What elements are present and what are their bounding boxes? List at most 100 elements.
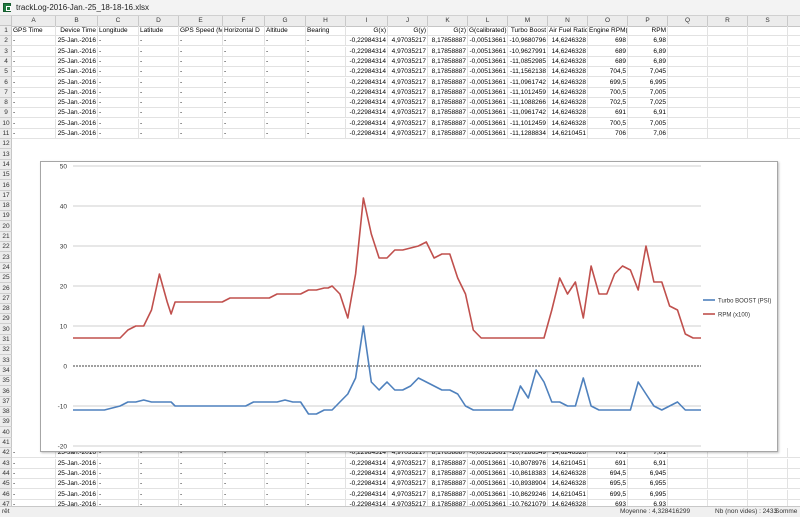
table-cell[interactable]: -: [265, 479, 306, 490]
table-cell[interactable]: 6,89: [628, 46, 668, 57]
table-cell[interactable]: 704,5: [588, 67, 628, 78]
table-cell[interactable]: -0,00513661: [468, 108, 508, 119]
table-cell[interactable]: 25-Jan.-2016: [56, 489, 98, 500]
table-cell[interactable]: 8,17858887: [428, 479, 468, 490]
column-header[interactable]: Q: [668, 16, 708, 26]
table-cell[interactable]: G(calibrated): [468, 26, 508, 36]
table-cell[interactable]: [708, 87, 748, 98]
table-cell[interactable]: [748, 479, 788, 490]
row-header[interactable]: 9: [0, 108, 12, 119]
table-cell[interactable]: -: [139, 458, 179, 469]
table-cell[interactable]: [668, 67, 708, 78]
table-cell[interactable]: -: [12, 468, 56, 479]
row-header[interactable]: 42: [0, 448, 12, 459]
row-header[interactable]: 38: [0, 407, 12, 418]
table-cell[interactable]: 4,97035217: [388, 479, 428, 490]
table-cell[interactable]: -11,1012459: [508, 118, 548, 129]
row-header[interactable]: 33: [0, 356, 12, 366]
table-cell[interactable]: [708, 458, 748, 469]
table-cell[interactable]: [708, 129, 748, 139]
table-cell[interactable]: -: [179, 129, 223, 139]
table-cell[interactable]: Turbo Boost: [508, 26, 548, 36]
table-cell[interactable]: 14,6210451: [548, 458, 588, 469]
embedded-chart[interactable]: 50 40 30 20 10 0 -10 -20 Turbo BOOST (PSI) RPM (x…: [40, 161, 778, 452]
table-cell[interactable]: 4,97035217: [388, 87, 428, 98]
table-cell[interactable]: -11,1088266: [508, 98, 548, 109]
row-header[interactable]: 3: [0, 47, 12, 57]
table-cell[interactable]: 706: [588, 129, 628, 139]
row-header[interactable]: 5: [0, 67, 12, 78]
table-cell[interactable]: -: [306, 98, 346, 109]
table-cell[interactable]: -: [98, 489, 139, 500]
table-cell[interactable]: 694,5: [588, 468, 628, 479]
table-cell[interactable]: -: [179, 46, 223, 57]
table-cell[interactable]: [748, 26, 788, 36]
table-cell[interactable]: -0,22984314: [346, 118, 388, 129]
table-cell[interactable]: 689: [588, 56, 628, 67]
row-header[interactable]: 45: [0, 479, 12, 490]
table-cell[interactable]: 25-Jan.-2016: [56, 108, 98, 119]
table-cell[interactable]: Horizontal D: [223, 26, 265, 36]
table-cell[interactable]: 7,005: [628, 87, 668, 98]
row-header[interactable]: 28: [0, 304, 12, 315]
table-cell[interactable]: -: [179, 118, 223, 129]
table-cell[interactable]: 4,97035217: [388, 108, 428, 119]
table-cell[interactable]: -: [306, 56, 346, 67]
table-cell[interactable]: 14,6246328: [548, 98, 588, 109]
row-header[interactable]: 26: [0, 284, 12, 294]
table-cell[interactable]: -0,00513661: [468, 67, 508, 78]
table-cell[interactable]: [668, 87, 708, 98]
table-cell[interactable]: -: [306, 118, 346, 129]
table-cell[interactable]: 700,5: [588, 118, 628, 129]
table-cell[interactable]: -0,22984314: [346, 458, 388, 469]
row-header[interactable]: 41: [0, 438, 12, 448]
row-header[interactable]: 18: [0, 201, 12, 212]
table-cell[interactable]: -: [179, 108, 223, 119]
table-cell[interactable]: 4,97035217: [388, 458, 428, 469]
table-cell[interactable]: -: [265, 98, 306, 109]
table-cell[interactable]: -0,00513661: [468, 118, 508, 129]
table-cell[interactable]: -: [98, 108, 139, 119]
table-cell[interactable]: -0,22984314: [346, 98, 388, 109]
table-cell[interactable]: 8,17858887: [428, 67, 468, 78]
table-cell[interactable]: -: [98, 46, 139, 57]
table-cell[interactable]: -: [139, 67, 179, 78]
table-cell[interactable]: -10,8629246: [508, 489, 548, 500]
table-cell[interactable]: -0,00513661: [468, 479, 508, 490]
table-cell[interactable]: -0,00513661: [468, 36, 508, 47]
table-cell[interactable]: -: [139, 46, 179, 57]
table-cell[interactable]: -: [12, 56, 56, 67]
table-cell[interactable]: Longitude: [98, 26, 139, 36]
table-cell[interactable]: -: [223, 108, 265, 119]
table-cell[interactable]: -: [12, 36, 56, 47]
table-cell[interactable]: [708, 77, 748, 88]
table-cell[interactable]: -11,1288834: [508, 129, 548, 139]
column-header[interactable]: G: [265, 16, 306, 26]
table-cell[interactable]: -: [265, 458, 306, 469]
table-cell[interactable]: 8,17858887: [428, 468, 468, 479]
row-header[interactable]: 25: [0, 273, 12, 284]
table-cell[interactable]: GPS Time: [12, 26, 56, 36]
table-cell[interactable]: 6,995: [628, 489, 668, 500]
table-cell[interactable]: 4,97035217: [388, 118, 428, 129]
table-cell[interactable]: 691: [588, 108, 628, 119]
table-cell[interactable]: -0,22984314: [346, 468, 388, 479]
table-cell[interactable]: -: [98, 118, 139, 129]
table-cell[interactable]: [748, 67, 788, 78]
table-cell[interactable]: 8,17858887: [428, 77, 468, 88]
table-cell[interactable]: -10,8938904: [508, 479, 548, 490]
select-all-corner[interactable]: [0, 16, 12, 26]
row-header[interactable]: 43: [0, 459, 12, 469]
table-cell[interactable]: -0,00513661: [468, 98, 508, 109]
row-header[interactable]: 2: [0, 36, 12, 47]
table-cell[interactable]: Bearing: [306, 26, 346, 36]
table-cell[interactable]: [748, 108, 788, 119]
table-cell[interactable]: 25-Jan.-2016: [56, 129, 98, 139]
row-header[interactable]: 40: [0, 428, 12, 438]
table-cell[interactable]: 8,17858887: [428, 129, 468, 139]
table-cell[interactable]: G(y): [388, 26, 428, 36]
table-cell[interactable]: [668, 129, 708, 139]
table-cell[interactable]: 702,5: [588, 98, 628, 109]
table-cell[interactable]: -: [179, 87, 223, 98]
table-cell[interactable]: [748, 489, 788, 500]
